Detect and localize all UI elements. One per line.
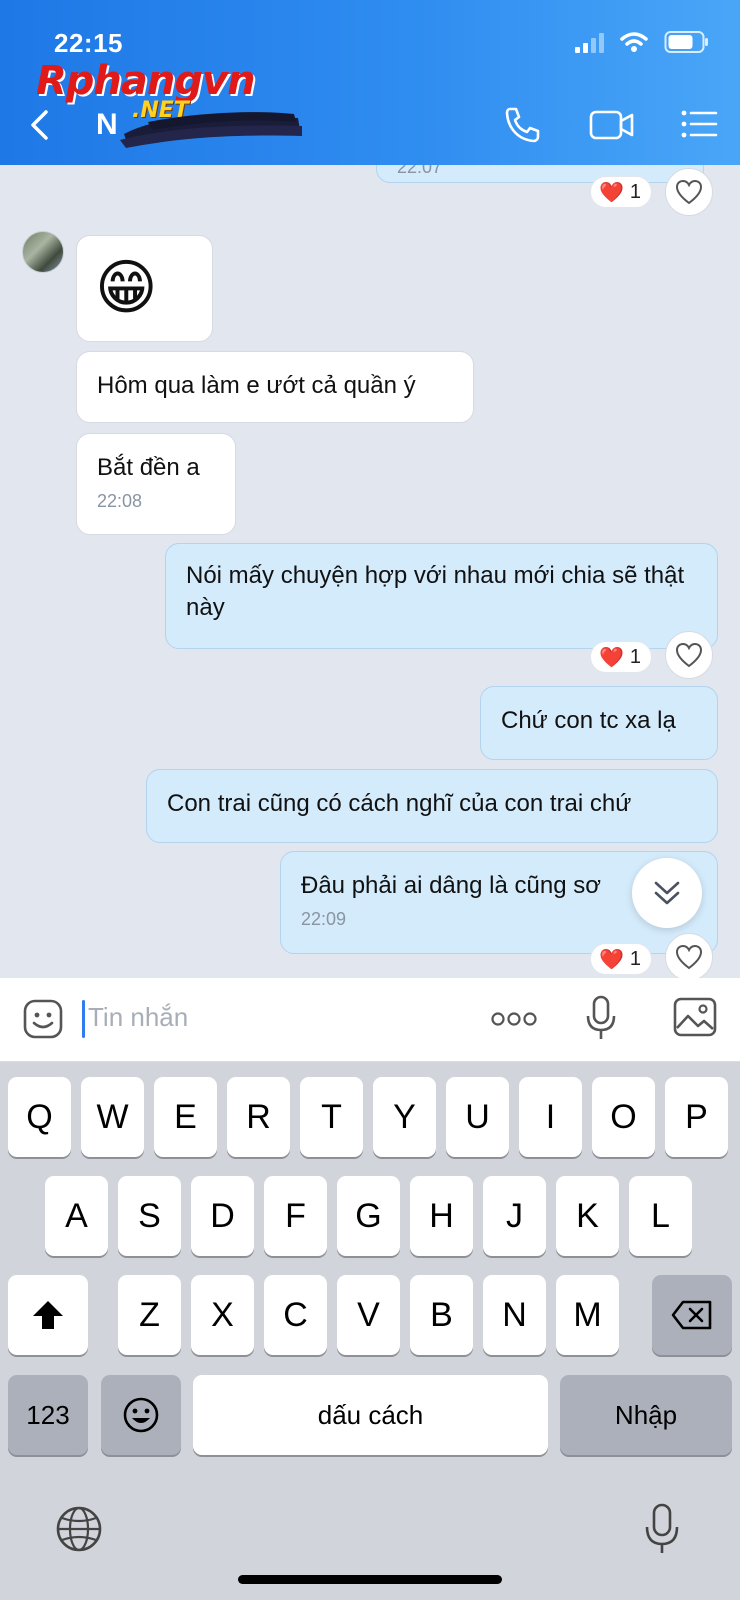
heart-outline-icon bbox=[675, 179, 703, 205]
numbers-key[interactable]: 123 bbox=[8, 1375, 88, 1455]
message-bubble-sent[interactable]: Con trai cũng có cách nghĩ của con trai … bbox=[146, 769, 718, 843]
emoji-key[interactable] bbox=[101, 1375, 181, 1455]
double-chevron-down-icon bbox=[654, 881, 680, 905]
message-bubble-sent[interactable]: Nói mấy chuyện hợp với nhau mới chia sẽ … bbox=[165, 543, 718, 649]
chat-header: 22:15 Rphangvn .NET N bbox=[0, 0, 740, 165]
key-v[interactable]: V bbox=[337, 1275, 400, 1355]
key-q[interactable]: Q bbox=[8, 1077, 71, 1157]
onscreen-keyboard: Q W E R T Y U I O P A S D F G H J K L Z … bbox=[0, 1062, 740, 1600]
message-text: Hôm qua làm e ướt cả quần ý bbox=[97, 372, 416, 399]
emoji-smile-icon bbox=[123, 1397, 159, 1433]
key-t[interactable]: T bbox=[300, 1077, 363, 1157]
key-o[interactable]: O bbox=[592, 1077, 655, 1157]
status-time: 22:15 bbox=[54, 28, 123, 58]
key-g[interactable]: G bbox=[337, 1176, 400, 1256]
key-j[interactable]: J bbox=[483, 1176, 546, 1256]
key-i[interactable]: I bbox=[519, 1077, 582, 1157]
message-text: Bắt đền a bbox=[97, 454, 200, 481]
message-bubble-received[interactable]: Hôm qua làm e ướt cả quần ý bbox=[76, 351, 474, 423]
key-z[interactable]: Z bbox=[118, 1275, 181, 1355]
home-indicator[interactable] bbox=[238, 1575, 502, 1584]
message-input[interactable]: Tin nhắn bbox=[88, 1002, 188, 1033]
message-list[interactable]: 22:07 ❤️ 1 😁 Hôm qua làm e ướt cả quần ý… bbox=[0, 165, 740, 978]
key-p[interactable]: P bbox=[665, 1077, 728, 1157]
key-r[interactable]: R bbox=[227, 1077, 290, 1157]
key-f[interactable]: F bbox=[264, 1176, 327, 1256]
message-bubble-sent[interactable]: 22:07 bbox=[376, 165, 704, 183]
message-input-bar: Tin nhắn bbox=[0, 978, 740, 1062]
key-u[interactable]: U bbox=[446, 1077, 509, 1157]
message-time: 22:08 bbox=[97, 491, 143, 511]
reaction-badge[interactable]: ❤️ 1 bbox=[590, 641, 653, 673]
scroll-to-bottom-button[interactable] bbox=[632, 858, 702, 928]
key-h[interactable]: H bbox=[410, 1176, 473, 1256]
key-w[interactable]: W bbox=[81, 1077, 144, 1157]
phone-call-icon[interactable] bbox=[500, 104, 544, 144]
contact-avatar[interactable] bbox=[22, 231, 64, 273]
grinning-emoji: 😁 bbox=[95, 254, 158, 321]
key-y[interactable]: Y bbox=[373, 1077, 436, 1157]
more-options-icon[interactable] bbox=[490, 1010, 538, 1028]
message-bubble-received[interactable]: Bắt đền a 22:08 bbox=[76, 433, 236, 535]
wifi-icon bbox=[620, 32, 648, 52]
redaction-scribble bbox=[120, 112, 302, 148]
key-k[interactable]: K bbox=[556, 1176, 619, 1256]
message-text: Nói mấy chuyện hợp với nhau mới chia sẽ … bbox=[186, 562, 685, 621]
key-l[interactable]: L bbox=[629, 1176, 692, 1256]
globe-icon[interactable] bbox=[54, 1504, 104, 1554]
like-button[interactable] bbox=[665, 933, 713, 978]
cellular-signal-icon bbox=[575, 31, 604, 53]
message-text: Con trai cũng có cách nghĩ của con trai … bbox=[167, 790, 632, 817]
sticker-emoji-icon[interactable] bbox=[22, 998, 64, 1040]
shift-arrow-icon bbox=[33, 1301, 63, 1329]
key-d[interactable]: D bbox=[191, 1176, 254, 1256]
dictation-microphone-icon[interactable] bbox=[644, 1502, 680, 1556]
reaction-count: 1 bbox=[629, 645, 642, 668]
status-icons bbox=[575, 30, 710, 54]
backspace-icon bbox=[671, 1300, 712, 1330]
key-m[interactable]: M bbox=[556, 1275, 619, 1355]
contact-name[interactable]: N bbox=[96, 108, 118, 142]
back-icon[interactable] bbox=[24, 108, 58, 142]
message-text: Chứ con tc xa lạ bbox=[501, 707, 676, 734]
key-e[interactable]: E bbox=[154, 1077, 217, 1157]
key-a[interactable]: A bbox=[45, 1176, 108, 1256]
heart-reaction-icon: ❤️ bbox=[599, 948, 624, 971]
heart-reaction-icon: ❤️ bbox=[599, 181, 624, 204]
reaction-badge[interactable]: ❤️ 1 bbox=[590, 943, 653, 975]
reaction-count: 1 bbox=[629, 947, 642, 970]
key-b[interactable]: B bbox=[410, 1275, 473, 1355]
microphone-icon[interactable] bbox=[585, 994, 617, 1042]
image-gallery-icon[interactable] bbox=[672, 996, 718, 1038]
key-c[interactable]: C bbox=[264, 1275, 327, 1355]
key-n[interactable]: N bbox=[483, 1275, 546, 1355]
menu-list-icon[interactable] bbox=[678, 104, 722, 144]
battery-icon bbox=[664, 31, 708, 53]
reaction-badge[interactable]: ❤️ 1 bbox=[590, 176, 653, 208]
video-call-icon[interactable] bbox=[588, 104, 636, 144]
heart-outline-icon bbox=[675, 642, 703, 668]
like-button[interactable] bbox=[665, 631, 713, 679]
shift-key[interactable] bbox=[8, 1275, 88, 1355]
heart-outline-icon bbox=[675, 944, 703, 970]
space-key[interactable]: dấu cách bbox=[193, 1375, 548, 1455]
watermark-logo: Rphangvn .NET bbox=[36, 58, 256, 123]
heart-reaction-icon: ❤️ bbox=[599, 646, 624, 669]
key-s[interactable]: S bbox=[118, 1176, 181, 1256]
reaction-count: 1 bbox=[629, 180, 642, 203]
key-x[interactable]: X bbox=[191, 1275, 254, 1355]
like-button[interactable] bbox=[665, 168, 713, 216]
delete-key[interactable] bbox=[652, 1275, 732, 1355]
message-bubble-received[interactable]: 😁 bbox=[76, 235, 213, 342]
message-bubble-sent[interactable]: Chứ con tc xa lạ bbox=[480, 686, 718, 760]
return-key[interactable]: Nhập bbox=[560, 1375, 732, 1455]
text-cursor bbox=[82, 1000, 85, 1038]
